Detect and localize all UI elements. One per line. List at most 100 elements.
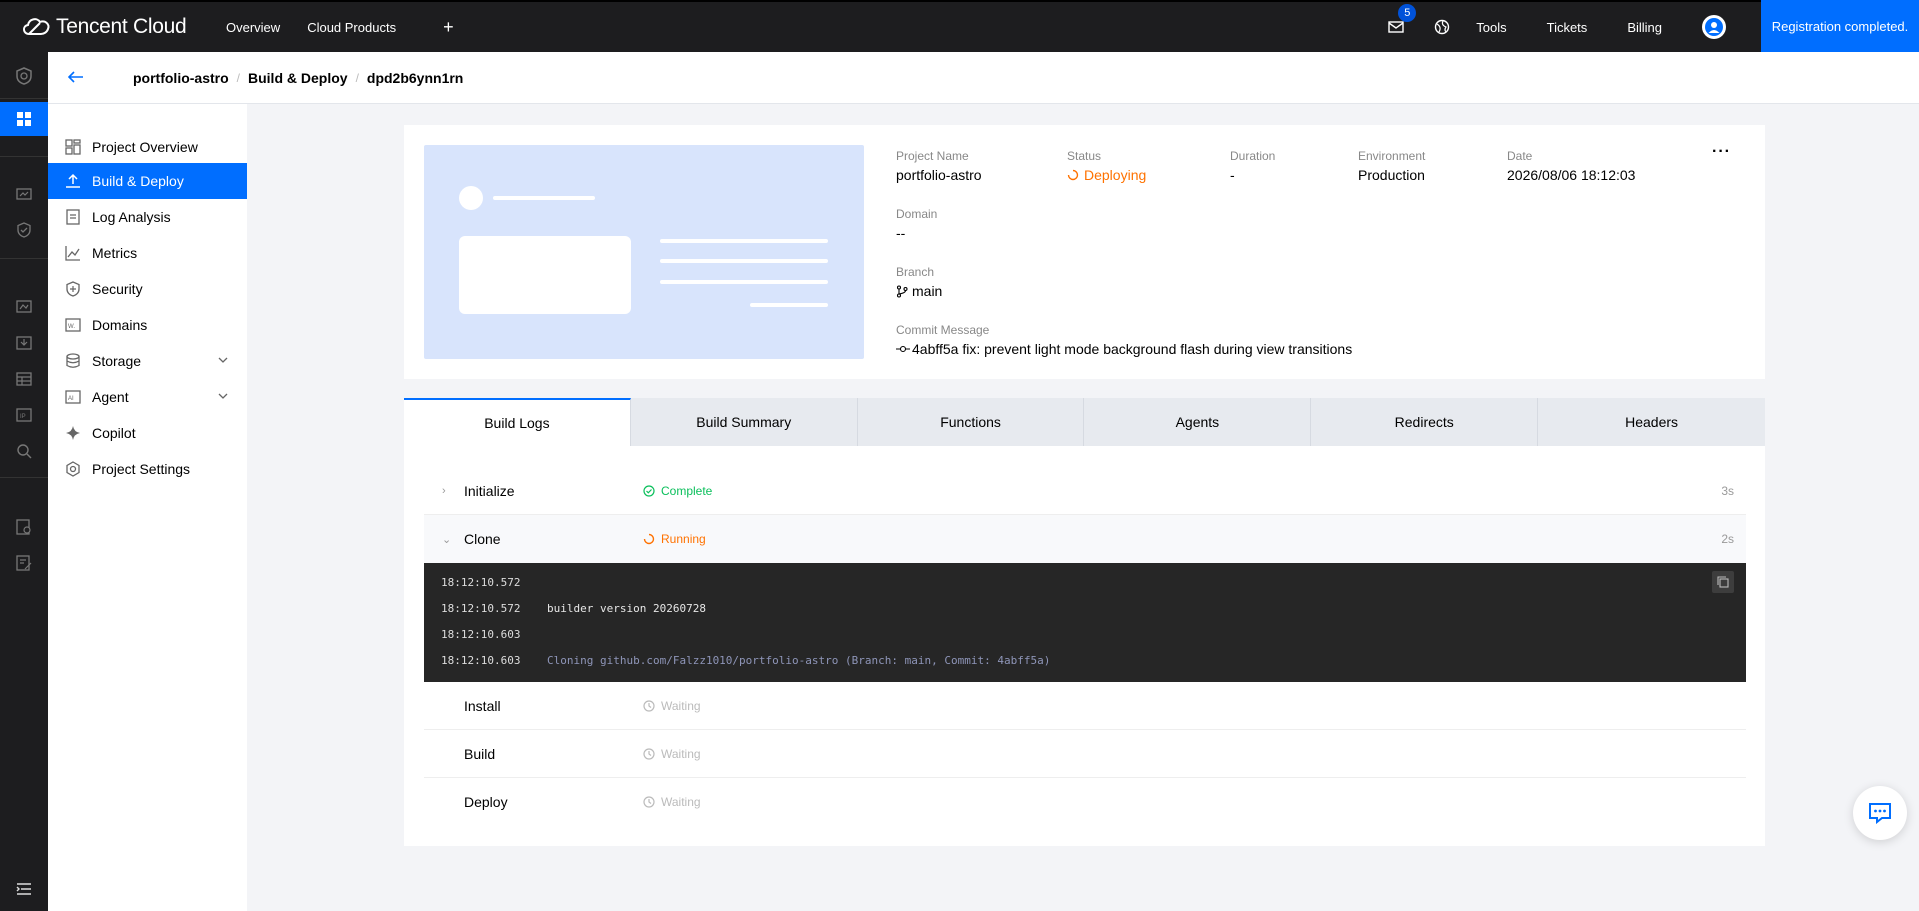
environment-label: Environment	[1358, 149, 1426, 163]
tools-link[interactable]: Tools	[1476, 20, 1506, 35]
nav-cloud-products[interactable]: Cloud Products	[307, 20, 396, 35]
tab-headers[interactable]: Headers	[1538, 398, 1765, 446]
commit-text: 4abff5a fix: prevent light mode backgrou…	[912, 341, 1353, 357]
step-status-text: Waiting	[661, 795, 701, 809]
sidebar-item-copilot[interactable]: Copilot	[48, 415, 247, 451]
rail-monitor-icon[interactable]	[13, 184, 35, 206]
sidebar-item-domains[interactable]: W. Domains	[48, 307, 247, 343]
step-deploy[interactable]: Deploy Waiting	[424, 778, 1746, 826]
sidebar-item-metrics[interactable]: Metrics	[48, 235, 247, 271]
step-initialize[interactable]: › Initialize Complete 3s	[424, 467, 1746, 515]
svg-text:W.: W.	[68, 324, 75, 330]
user-icon	[1705, 18, 1723, 36]
step-duration: 3s	[1721, 483, 1734, 498]
rail-check-shield-icon[interactable]	[13, 219, 35, 241]
tab-redirects[interactable]: Redirects	[1311, 398, 1539, 446]
back-arrow-icon[interactable]	[67, 67, 98, 88]
svg-text:IP: IP	[20, 414, 26, 420]
billing-link[interactable]: Billing	[1627, 20, 1662, 35]
log-timestamp: 18:12:10.603	[441, 628, 521, 641]
log-timestamp: 18:12:10.572	[441, 602, 521, 615]
tab-build-logs[interactable]: Build Logs	[404, 398, 631, 446]
top-nav-bar: Tencent Cloud Overview Cloud Products + …	[0, 0, 1919, 52]
add-shortcut-button[interactable]: +	[443, 17, 454, 38]
check-circle-icon	[643, 484, 655, 497]
step-status-text: Waiting	[661, 746, 701, 761]
breadcrumb: portfolio-astro / Build & Deploy / dpd2b…	[48, 52, 1919, 104]
brand-logo[interactable]: Tencent Cloud	[20, 15, 198, 39]
log-timestamp: 18:12:10.603	[441, 654, 521, 667]
log-message: Cloning github.com/Falzz1010/portfolio-a…	[547, 654, 1051, 667]
rail-download-icon[interactable]	[13, 332, 35, 354]
commit-message-value: 4abff5a fix: prevent light mode backgrou…	[896, 341, 1352, 357]
rail-apps-icon[interactable]	[0, 102, 48, 136]
sidebar-item-label: Domains	[92, 317, 148, 333]
sidebar-item-project-settings[interactable]: Project Settings	[48, 451, 247, 487]
rail-search-icon[interactable]	[13, 440, 35, 462]
chat-support-button[interactable]	[1853, 786, 1907, 840]
rail-table-icon[interactable]	[13, 368, 35, 390]
breadcrumb-project[interactable]: portfolio-astro	[133, 70, 229, 86]
rail-edit-doc-icon[interactable]	[13, 552, 35, 574]
shield-icon	[64, 280, 82, 298]
clock-icon	[643, 747, 655, 760]
chevron-right-icon: ›	[442, 484, 446, 497]
tab-functions[interactable]: Functions	[858, 398, 1085, 446]
tab-build-summary[interactable]: Build Summary	[631, 398, 858, 446]
site-preview-thumbnail[interactable]	[424, 145, 864, 359]
project-name-label: Project Name	[896, 149, 969, 163]
deployment-summary-card: Project Name portfolio-astro Status Depl…	[404, 125, 1765, 379]
sidebar-item-storage[interactable]: Storage	[48, 343, 247, 379]
sidebar-item-security[interactable]: Security	[48, 271, 247, 307]
rail-dashboard-icon[interactable]	[13, 296, 35, 318]
settings-icon	[64, 460, 82, 478]
step-clone[interactable]: ⌄ Clone Running 2s	[424, 515, 1746, 563]
log-line: 18:12:10.603	[441, 628, 547, 644]
sidebar-item-build-deploy[interactable]: Build & Deploy	[48, 163, 247, 199]
language-button[interactable]	[1430, 15, 1454, 39]
status-badge: Deploying	[1067, 167, 1146, 183]
mail-button[interactable]: 5	[1384, 4, 1417, 39]
branch-name: main	[912, 283, 943, 299]
duration-label: Duration	[1230, 149, 1276, 163]
mail-icon	[1388, 21, 1404, 33]
duration-value: -	[1230, 167, 1235, 183]
step-name: Install	[464, 697, 501, 714]
chevron-down-icon	[218, 357, 228, 363]
rail-shield-icon[interactable]	[13, 65, 35, 87]
date-value: 2026/08/06 18:12:03	[1507, 167, 1636, 183]
clock-icon	[643, 699, 655, 712]
tab-agents[interactable]: Agents	[1084, 398, 1312, 446]
rail-collapse-icon[interactable]	[13, 878, 35, 900]
nav-overview[interactable]: Overview	[226, 20, 280, 35]
upload-icon	[64, 172, 82, 190]
sidebar-item-label: Security	[92, 281, 143, 297]
sidebar-item-project-overview[interactable]: Project Overview	[48, 129, 247, 165]
sidebar-item-label: Storage	[92, 353, 142, 369]
sidebar-item-label: Log Analysis	[92, 209, 171, 225]
chat-bubble-icon	[1869, 803, 1891, 824]
sidebar-item-label: Project Settings	[92, 461, 191, 477]
preview-placeholder-icon	[459, 186, 828, 314]
dashboard-icon	[64, 138, 82, 156]
step-status: Waiting	[643, 795, 701, 809]
sidebar-item-agent[interactable]: AI Agent	[48, 379, 247, 415]
copy-icon	[1717, 576, 1729, 588]
line-chart-icon	[64, 244, 82, 262]
sidebar-item-label: Project Overview	[92, 139, 198, 155]
log-console[interactable]: 18:12:10.572 18:12:10.572 builder versio…	[424, 563, 1746, 682]
chevron-down-icon	[218, 393, 228, 399]
breadcrumb-build-deploy[interactable]: Build & Deploy	[248, 70, 348, 86]
chevron-down-icon: ⌄	[442, 533, 452, 546]
step-build[interactable]: Build Waiting	[424, 730, 1746, 778]
sidebar-item-log-analysis[interactable]: Log Analysis	[48, 199, 247, 235]
copy-logs-button[interactable]	[1712, 571, 1734, 593]
tickets-link[interactable]: Tickets	[1547, 20, 1588, 35]
more-actions-button[interactable]: ···	[1712, 143, 1731, 161]
step-install[interactable]: Install Waiting	[424, 682, 1746, 730]
git-branch-icon	[896, 284, 908, 298]
user-avatar[interactable]	[1702, 15, 1726, 39]
rail-settings-doc-icon[interactable]	[13, 516, 35, 538]
rail-ip-icon[interactable]: IP	[13, 404, 35, 426]
registration-status[interactable]: Registration completed.	[1761, 0, 1919, 52]
